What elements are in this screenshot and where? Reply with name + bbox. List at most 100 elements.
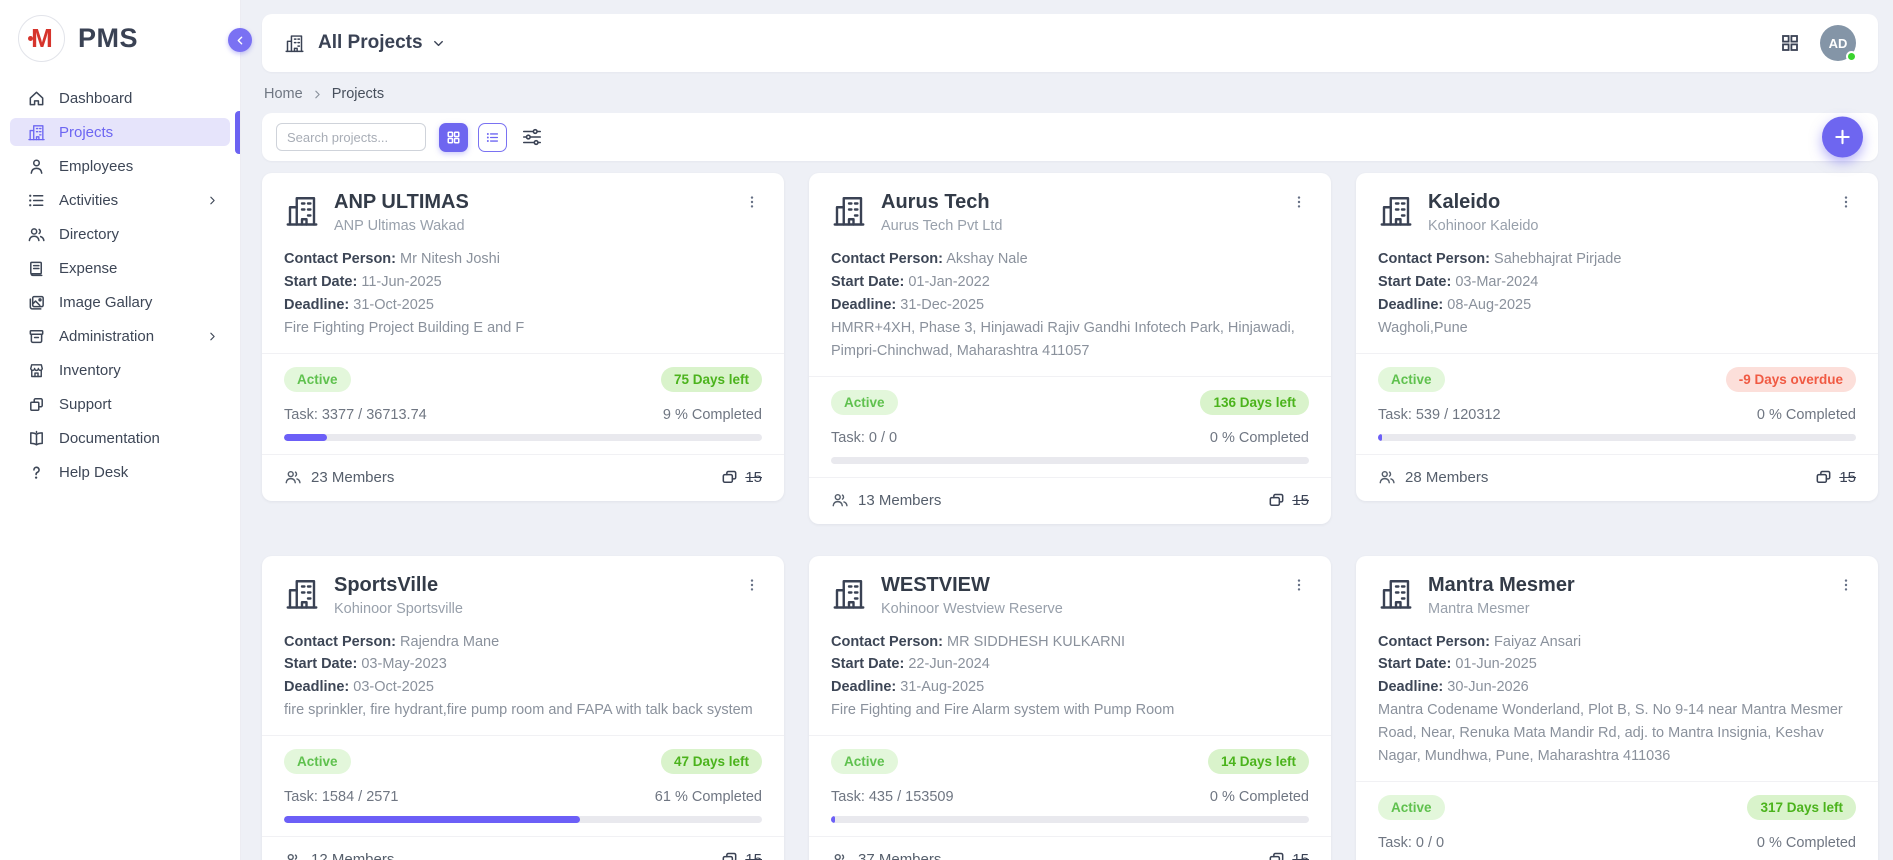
sidebar-item-inventory[interactable]: Inventory bbox=[10, 356, 230, 384]
user-avatar[interactable]: AD bbox=[1820, 25, 1856, 61]
projects-dropdown-toggle[interactable] bbox=[431, 36, 446, 51]
project-title: WESTVIEW bbox=[881, 574, 1275, 597]
sidebar-collapse-button[interactable] bbox=[228, 28, 252, 52]
project-card[interactable]: Aurus Tech Aurus Tech Pvt Ltd Contact Pe… bbox=[809, 173, 1331, 524]
card-menu-button[interactable] bbox=[1289, 574, 1309, 596]
sidebar-item-activities[interactable]: Activities bbox=[10, 186, 230, 214]
task-count: Task: 0 / 0 bbox=[1378, 835, 1444, 851]
project-card[interactable]: WESTVIEW Kohinoor Westview Reserve Conta… bbox=[809, 556, 1331, 860]
users-icon bbox=[27, 225, 46, 244]
sidebar-item-administration[interactable]: Administration bbox=[10, 322, 230, 350]
grid-view-button[interactable] bbox=[439, 123, 468, 152]
sidebar-item-image-gallery[interactable]: Image Gallary bbox=[10, 288, 230, 316]
contact-label: Contact Person: bbox=[831, 251, 943, 267]
chevron-right-icon bbox=[207, 331, 218, 342]
card-menu-button[interactable] bbox=[742, 574, 762, 596]
contact-label: Contact Person: bbox=[1378, 251, 1490, 267]
main-content: All Projects AD Home Projects bbox=[241, 0, 1893, 860]
filter-button[interactable] bbox=[517, 123, 546, 152]
building-icon bbox=[831, 193, 867, 229]
messages-count[interactable]: 15 bbox=[1267, 491, 1309, 510]
completed-percent: 0 % Completed bbox=[1210, 789, 1309, 805]
kebab-menu-icon bbox=[1838, 577, 1854, 593]
task-count: Task: 435 / 153509 bbox=[831, 789, 954, 805]
members-count[interactable]: 13 Members bbox=[831, 491, 941, 509]
deadline-label: Deadline: bbox=[284, 679, 349, 695]
divider bbox=[809, 477, 1331, 478]
sidebar-item-support[interactable]: Support bbox=[10, 390, 230, 418]
breadcrumb: Home Projects bbox=[264, 86, 1876, 102]
plus-icon bbox=[1833, 128, 1852, 147]
divider bbox=[809, 836, 1331, 837]
progress-fill bbox=[831, 816, 835, 823]
contact-label: Contact Person: bbox=[284, 634, 396, 650]
add-project-button[interactable] bbox=[1822, 117, 1863, 158]
list-icon bbox=[27, 191, 46, 210]
start-date-value: 01-Jun-2025 bbox=[1455, 656, 1536, 672]
deadline-value: 31-Dec-2025 bbox=[900, 297, 984, 313]
sidebar-item-dashboard[interactable]: Dashboard bbox=[10, 84, 230, 112]
messages-value: 15 bbox=[1292, 492, 1309, 509]
start-date-label: Start Date: bbox=[284, 656, 357, 672]
project-subtitle: ANP Ultimas Wakad bbox=[334, 218, 728, 234]
messages-count[interactable]: 15 bbox=[1267, 850, 1309, 860]
active-nav-indicator bbox=[235, 111, 240, 154]
project-card[interactable]: ANP ULTIMAS ANP Ultimas Wakad Contact Pe… bbox=[262, 173, 784, 501]
apps-grid-button[interactable] bbox=[1780, 33, 1800, 53]
messages-count[interactable]: 15 bbox=[720, 850, 762, 860]
completed-percent: 0 % Completed bbox=[1757, 835, 1856, 851]
messages-value: 15 bbox=[1292, 851, 1309, 860]
app-logo: M PMS bbox=[0, 0, 240, 72]
divider bbox=[262, 836, 784, 837]
online-status-dot bbox=[1846, 51, 1857, 62]
chat-icon bbox=[1267, 491, 1286, 510]
days-badge: 136 Days left bbox=[1200, 390, 1309, 415]
contact-label: Contact Person: bbox=[1378, 634, 1490, 650]
contact-label: Contact Person: bbox=[831, 634, 943, 650]
card-menu-button[interactable] bbox=[742, 191, 762, 213]
members-label: 37 Members bbox=[858, 851, 941, 860]
deadline-value: 08-Aug-2025 bbox=[1447, 297, 1531, 313]
sidebar-item-employees[interactable]: Employees bbox=[10, 152, 230, 180]
card-menu-button[interactable] bbox=[1836, 574, 1856, 596]
home-icon bbox=[27, 89, 46, 108]
days-badge: 14 Days left bbox=[1208, 749, 1309, 774]
search-input[interactable] bbox=[276, 123, 426, 151]
start-date-value: 22-Jun-2024 bbox=[908, 656, 989, 672]
deadline-label: Deadline: bbox=[284, 297, 349, 313]
sidebar-item-help-desk[interactable]: Help Desk bbox=[10, 458, 230, 486]
members-count[interactable]: 23 Members bbox=[284, 468, 394, 486]
project-card[interactable]: SportsVille Kohinoor Sportsville Contact… bbox=[262, 556, 784, 860]
kebab-menu-icon bbox=[1291, 194, 1307, 210]
completed-percent: 61 % Completed bbox=[655, 789, 762, 805]
list-view-icon bbox=[485, 130, 500, 145]
card-menu-button[interactable] bbox=[1836, 191, 1856, 213]
chat-icon bbox=[1814, 468, 1833, 487]
kebab-menu-icon bbox=[744, 194, 760, 210]
members-count[interactable]: 28 Members bbox=[1378, 468, 1488, 486]
progress-fill bbox=[284, 434, 327, 441]
list-view-button[interactable] bbox=[478, 123, 507, 152]
members-count[interactable]: 12 Members bbox=[284, 851, 394, 860]
divider bbox=[1356, 781, 1878, 782]
divider bbox=[1356, 454, 1878, 455]
project-description: Fire Fighting Project Building E and F bbox=[284, 317, 762, 340]
status-badge: Active bbox=[831, 390, 898, 415]
sidebar-item-label: Documentation bbox=[59, 430, 160, 447]
page-title: All Projects bbox=[318, 32, 423, 54]
breadcrumb-home[interactable]: Home bbox=[264, 86, 303, 102]
start-date-value: 11-Jun-2025 bbox=[361, 274, 441, 290]
project-card[interactable]: Mantra Mesmer Mantra Mesmer Contact Pers… bbox=[1356, 556, 1878, 860]
sidebar-item-documentation[interactable]: Documentation bbox=[10, 424, 230, 452]
project-card[interactable]: Kaleido Kohinoor Kaleido Contact Person:… bbox=[1356, 173, 1878, 501]
sidebar-item-label: Inventory bbox=[59, 362, 121, 379]
members-count[interactable]: 37 Members bbox=[831, 851, 941, 860]
sidebar-item-directory[interactable]: Directory bbox=[10, 220, 230, 248]
breadcrumb-current[interactable]: Projects bbox=[332, 86, 384, 102]
sidebar-item-projects[interactable]: Projects bbox=[10, 118, 230, 146]
card-menu-button[interactable] bbox=[1289, 191, 1309, 213]
sidebar-item-expense[interactable]: Expense bbox=[10, 254, 230, 282]
messages-count[interactable]: 15 bbox=[720, 468, 762, 487]
messages-count[interactable]: 15 bbox=[1814, 468, 1856, 487]
chat-icon bbox=[720, 850, 739, 860]
